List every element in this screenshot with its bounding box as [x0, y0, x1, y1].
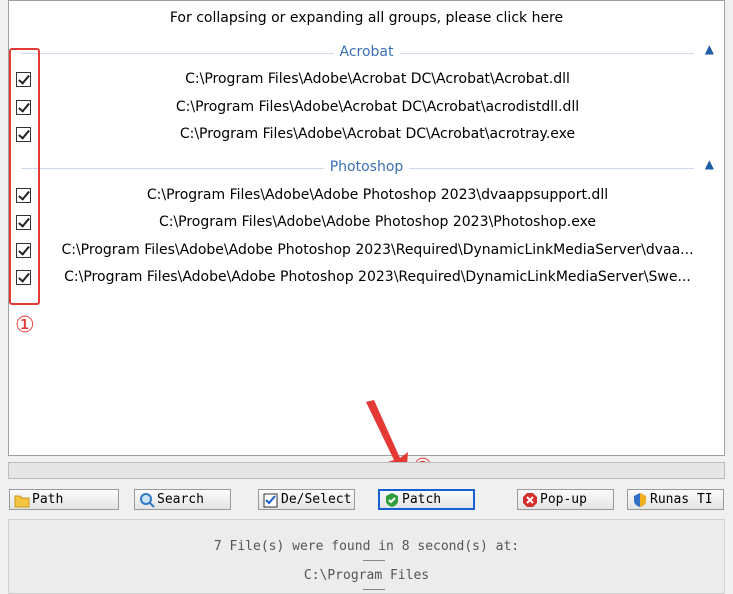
collapse-all-link[interactable]: For collapsing or expanding all groups, …: [9, 10, 724, 26]
status-panel: 7 File(s) were found in 8 second(s) at: …: [8, 519, 725, 594]
list-item[interactable]: C:\Program Files\Adobe\Acrobat DC\Acroba…: [9, 97, 724, 119]
list-item[interactable]: C:\Program Files\Adobe\Adobe Photoshop 2…: [9, 240, 724, 262]
popup-button[interactable]: Pop-up: [517, 489, 614, 510]
path-button[interactable]: Path: [9, 489, 119, 510]
annotation-highlight-box: [9, 48, 40, 305]
popup-button-label: Pop-up: [540, 492, 587, 507]
status-line-2: C:\Program Files: [303, 568, 430, 583]
shield-check-icon: [384, 492, 400, 508]
path-button-label: Path: [32, 492, 64, 507]
close-octagon-icon: [522, 492, 538, 508]
chevron-up-icon[interactable]: ▲: [705, 42, 714, 56]
chevron-up-icon[interactable]: ▲: [705, 157, 714, 171]
search-icon: [139, 492, 155, 508]
deselect-button-label: De/Select: [281, 492, 352, 507]
list-item[interactable]: C:\Program Files\Adobe\Adobe Photoshop 2…: [9, 185, 724, 207]
list-item[interactable]: C:\Program Files\Adobe\Adobe Photoshop 2…: [9, 212, 724, 234]
list-item[interactable]: C:\Program Files\Adobe\Acrobat DC\Acroba…: [9, 124, 724, 146]
file-list-panel: For collapsing or expanding all groups, …: [8, 0, 725, 456]
file-path: C:\Program Files\Adobe\Adobe Photoshop 2…: [158, 214, 597, 230]
annotation-marker-1: ①: [15, 313, 35, 338]
patch-button-label: Patch: [402, 492, 442, 507]
deselect-button[interactable]: De/Select: [258, 489, 355, 510]
file-path: C:\Program Files\Adobe\Acrobat DC\Acroba…: [175, 99, 580, 115]
divider: [363, 560, 385, 561]
list-item[interactable]: C:\Program Files\Adobe\Adobe Photoshop 2…: [9, 267, 724, 289]
list-item[interactable]: C:\Program Files\Adobe\Acrobat DC\Acroba…: [9, 69, 724, 91]
status-line-1: 7 File(s) were found in 8 second(s) at:: [213, 539, 520, 554]
folder-icon: [14, 492, 30, 508]
checklist-icon: [263, 492, 279, 508]
file-path: C:\Program Files\Adobe\Adobe Photoshop 2…: [64, 269, 691, 285]
file-path: C:\Program Files\Adobe\Acrobat DC\Acroba…: [179, 126, 576, 142]
file-path: C:\Program Files\Adobe\Adobe Photoshop 2…: [146, 187, 609, 203]
progress-bar: [8, 462, 725, 479]
group-title-photoshop: Photoshop: [323, 159, 410, 175]
group-title-acrobat: Acrobat: [333, 44, 400, 60]
search-button[interactable]: Search: [134, 489, 231, 510]
patch-button[interactable]: Patch: [378, 489, 475, 510]
search-button-label: Search: [157, 492, 204, 507]
runas-button-label: Runas TI: [650, 492, 713, 507]
file-path: C:\Program Files\Adobe\Acrobat DC\Acroba…: [185, 71, 570, 87]
file-path: C:\Program Files\Adobe\Adobe Photoshop 2…: [61, 242, 694, 258]
uac-shield-icon: [632, 492, 648, 508]
runas-button[interactable]: Runas TI: [627, 489, 724, 510]
divider: [363, 589, 385, 590]
